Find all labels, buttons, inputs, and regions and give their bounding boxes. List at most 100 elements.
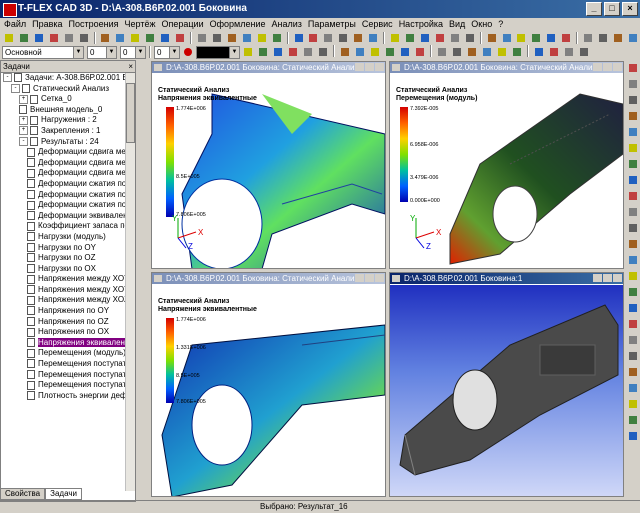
main-tool-icon[interactable] [544, 31, 558, 45]
view-tool-icon[interactable] [626, 61, 640, 75]
viewport-model-3d[interactable]: D:\А-308.В6Р.02.001 Боковина:1 [389, 272, 624, 497]
draw-tool-icon[interactable] [413, 45, 427, 59]
view-tool-icon[interactable] [626, 349, 640, 363]
draw-tool-icon[interactable] [435, 45, 449, 59]
main-tool-icon[interactable] [210, 31, 224, 45]
draw-tool-icon[interactable] [480, 45, 494, 59]
view-tool-icon[interactable] [626, 109, 640, 123]
tree-item[interactable]: Напряжения по OX [1, 327, 127, 338]
tree-item[interactable]: Нагрузки по OX [1, 264, 127, 275]
tree-item[interactable]: Перемещения поступател [1, 370, 127, 381]
menu-construct[interactable]: Построения [69, 18, 119, 30]
menu-file[interactable]: Файл [4, 18, 26, 30]
main-tool-icon[interactable] [581, 31, 595, 45]
maximize-button[interactable]: □ [604, 2, 620, 16]
main-tool-icon[interactable] [596, 31, 610, 45]
collapse-icon[interactable]: - [19, 136, 28, 146]
main-tool-icon[interactable] [307, 31, 321, 45]
view-tool-icon[interactable] [626, 221, 640, 235]
draw-tool-icon[interactable] [383, 45, 397, 59]
draw-tool-icon[interactable] [316, 45, 330, 59]
tree-item[interactable]: Деформации сжатия по OX [1, 200, 127, 211]
panel-close-button[interactable]: × [128, 61, 133, 72]
draw-tool-icon[interactable] [353, 45, 367, 59]
tree-item[interactable]: Напряжения между XOY и Y [1, 285, 127, 296]
collapse-icon[interactable]: - [11, 83, 20, 93]
menu-settings[interactable]: Настройка [399, 18, 443, 30]
tree-item[interactable]: Напряжения между XOY и X [1, 274, 127, 285]
draw-tool-icon[interactable] [271, 45, 285, 59]
view-tool-icon[interactable] [626, 173, 640, 187]
main-tool-icon[interactable] [366, 31, 380, 45]
main-tool-icon[interactable] [2, 31, 16, 45]
main-tool-icon[interactable] [292, 31, 306, 45]
draw-tool-icon[interactable] [368, 45, 382, 59]
view-tool-icon[interactable] [626, 381, 640, 395]
expand-icon[interactable]: + [19, 115, 28, 125]
tree-item[interactable]: Напряжения между XOZ и Y [1, 295, 127, 306]
tree-item[interactable]: Нагрузки (модуль) [1, 232, 127, 243]
expand-icon[interactable]: + [19, 126, 28, 136]
main-tool-icon[interactable] [515, 31, 529, 45]
menu-edit[interactable]: Правка [32, 18, 62, 30]
draw-tool-icon[interactable] [577, 45, 591, 59]
main-tool-icon[interactable] [99, 31, 113, 45]
draw-tool-icon[interactable] [398, 45, 412, 59]
color-icon[interactable] [181, 45, 195, 59]
num-combo[interactable]: 0 ▼ [120, 45, 146, 59]
main-tool-icon[interactable] [529, 31, 543, 45]
view-tool-icon[interactable] [626, 301, 640, 315]
menu-analysis[interactable]: Анализ [271, 18, 301, 30]
draw-tool-icon[interactable] [241, 45, 255, 59]
main-tool-icon[interactable] [485, 31, 499, 45]
tree-scrollbar[interactable] [125, 73, 135, 491]
view-tool-icon[interactable] [626, 413, 640, 427]
main-tool-icon[interactable] [403, 31, 417, 45]
view-tool-icon[interactable] [626, 397, 640, 411]
menu-service[interactable]: Сервис [362, 18, 393, 30]
draw-tool-icon[interactable] [562, 45, 576, 59]
main-tool-icon[interactable] [158, 31, 172, 45]
draw-tool-icon[interactable] [286, 45, 300, 59]
main-tool-icon[interactable] [448, 31, 462, 45]
tree-item[interactable]: - Задачи: А-308.В6Р.02.001 Боковина [1, 73, 127, 84]
draw-tool-icon[interactable] [338, 45, 352, 59]
tree-item[interactable]: Нагрузки по OY [1, 243, 127, 254]
layer-combo[interactable]: Основной ▼ [2, 45, 84, 59]
tree-item[interactable]: - Статический Анализ [1, 84, 127, 95]
view-tool-icon[interactable] [626, 189, 640, 203]
menu-help[interactable]: ? [498, 18, 503, 30]
width-combo[interactable]: 0 ▼ [87, 45, 117, 59]
main-tool-icon[interactable] [351, 31, 365, 45]
main-tool-icon[interactable] [173, 31, 187, 45]
main-tool-icon[interactable] [128, 31, 142, 45]
main-tool-icon[interactable] [388, 31, 402, 45]
tab-tasks[interactable]: Задачи [45, 488, 82, 500]
color-combo[interactable]: ▼ [196, 45, 240, 59]
tree-item[interactable]: + Сетка_0 [1, 94, 127, 105]
main-tool-icon[interactable] [17, 31, 31, 45]
tree-item[interactable]: Деформации сжатия по OZ [1, 190, 127, 201]
view-tool-icon[interactable] [626, 141, 640, 155]
tree-item[interactable]: Перемещения поступател [1, 359, 127, 370]
draw-tool-icon[interactable] [256, 45, 270, 59]
main-tool-icon[interactable] [626, 31, 640, 45]
main-tool-icon[interactable] [321, 31, 335, 45]
tree-item[interactable]: Плотность энергии дефор [1, 391, 127, 402]
view-tool-icon[interactable] [626, 269, 640, 283]
collapse-icon[interactable]: - [3, 73, 12, 83]
view-tool-icon[interactable] [626, 237, 640, 251]
main-tool-icon[interactable] [433, 31, 447, 45]
view-tool-icon[interactable] [626, 93, 640, 107]
draw-tool-icon[interactable] [450, 45, 464, 59]
main-tool-icon[interactable] [113, 31, 127, 45]
main-tool-icon[interactable] [225, 31, 239, 45]
tree-item[interactable]: Деформации сдвига межд [1, 168, 127, 179]
draw-tool-icon[interactable] [465, 45, 479, 59]
tree-item[interactable]: Нагрузки по OZ [1, 253, 127, 264]
view-tool-icon[interactable] [626, 285, 640, 299]
menu-operations[interactable]: Операции [162, 18, 204, 30]
minimize-button[interactable]: _ [586, 2, 602, 16]
tree-item[interactable]: Напряжения по OZ [1, 317, 127, 328]
main-tool-icon[interactable] [611, 31, 625, 45]
